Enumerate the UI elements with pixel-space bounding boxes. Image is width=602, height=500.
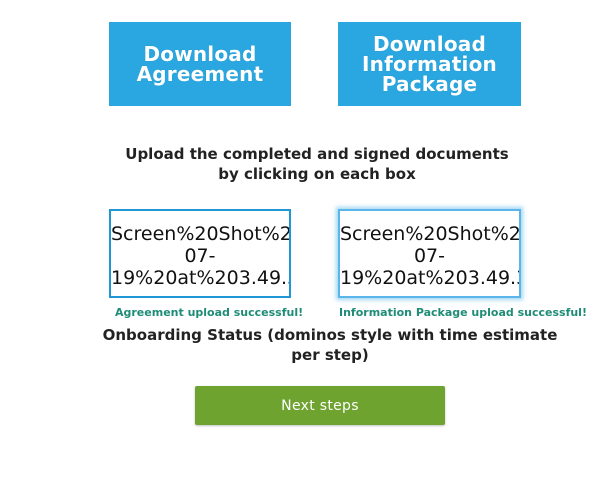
onboarding-status-heading: Onboarding Status (dominos style with ti…: [102, 326, 558, 364]
information-package-upload-box[interactable]: Screen%20Shot%20 07- 19%20at%203.49.34: [338, 209, 521, 298]
download-agreement-button[interactable]: Download Agreement: [109, 22, 291, 106]
agreement-upload-box[interactable]: Screen%20Shot%20 07- 19%20at%203.49.34: [109, 209, 291, 298]
information-package-upload-success-message: Information Package upload successful!: [339, 306, 587, 319]
agreement-upload-success-message: Agreement upload successful!: [115, 306, 304, 319]
next-steps-button[interactable]: Next steps: [195, 386, 445, 425]
upload-instructions: Upload the completed and signed document…: [125, 145, 509, 183]
download-information-package-button[interactable]: Download Information Package: [338, 22, 521, 106]
onboarding-page: Download Agreement Download Information …: [0, 0, 602, 500]
